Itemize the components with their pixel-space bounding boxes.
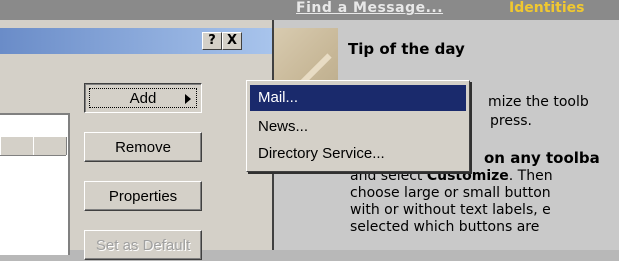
menu-item-mail[interactable]: Mail... [250, 85, 466, 111]
dialog-titlebar: ? X [0, 28, 272, 54]
properties-button[interactable]: Properties [84, 181, 202, 211]
tip-text-line: on any toolba [484, 149, 600, 167]
tip-text-line: mize the toolb [488, 94, 589, 110]
help-button[interactable]: ? [202, 32, 222, 50]
close-button[interactable]: X [222, 32, 242, 50]
accounts-dialog: ? X Add Remove Properties Set as Default [0, 20, 274, 260]
accounts-list-header [0, 137, 67, 156]
set-default-button[interactable]: Set as Default [84, 230, 202, 260]
remove-button[interactable]: Remove [84, 132, 202, 162]
tip-title: Tip of the day [348, 40, 465, 58]
add-menu: Mail... News... Directory Service... [246, 80, 470, 172]
submenu-arrow-icon [185, 94, 191, 104]
list-column-header[interactable] [0, 137, 34, 155]
tip-text-line: choose large or small button [350, 185, 551, 201]
list-column-header[interactable] [33, 137, 67, 155]
focus-rect [89, 88, 197, 108]
identities-link[interactable]: Identities [509, 0, 585, 16]
menu-item-directory-service[interactable]: Directory Service... [250, 141, 466, 167]
find-message-link[interactable]: Find a Message... [296, 0, 443, 16]
add-button[interactable]: Add [84, 83, 202, 113]
menu-item-news[interactable]: News... [250, 114, 466, 140]
tip-text-line: selected which buttons are [350, 219, 540, 235]
tip-text-line: with or without text labels, e [350, 202, 551, 218]
accounts-list[interactable] [0, 113, 70, 255]
tip-text-line: press. [490, 113, 532, 129]
